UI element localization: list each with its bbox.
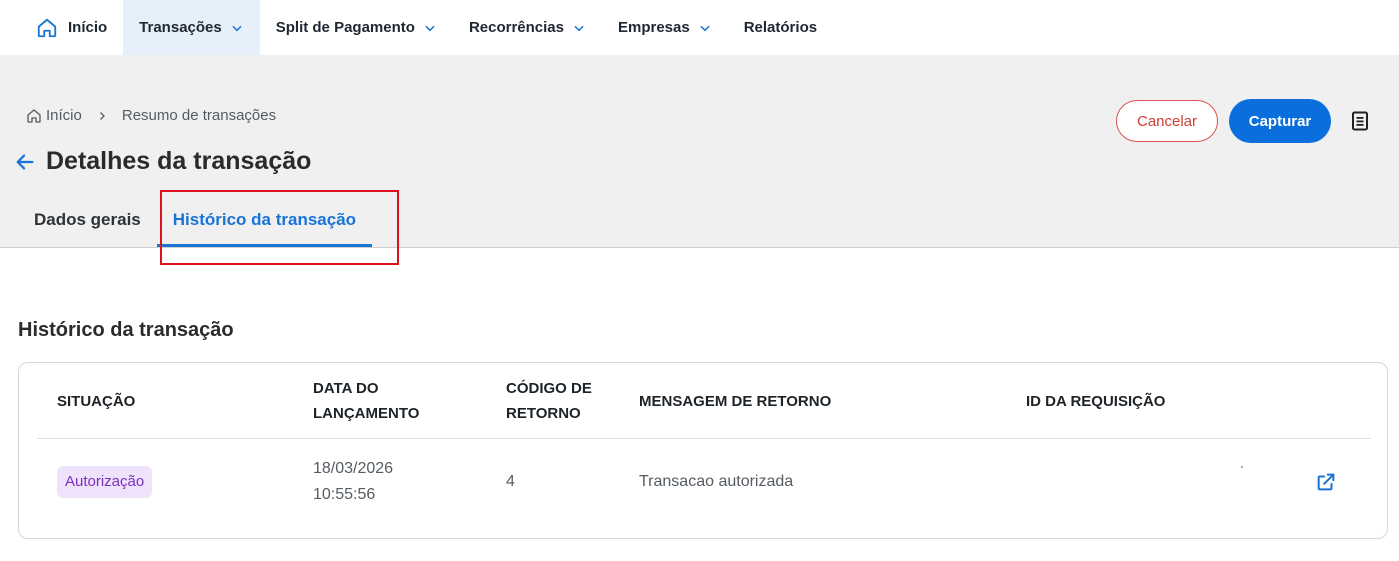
breadcrumb-home-link[interactable]: Início	[46, 107, 82, 124]
home-icon	[36, 17, 58, 39]
page-header: Início Resumo de transações Detalhes da …	[0, 55, 1399, 248]
tab-historico-da-transacao[interactable]: Histórico da transação	[156, 193, 373, 247]
tab-dados-gerais[interactable]: Dados gerais	[18, 193, 157, 247]
nav-item-label: Transações	[139, 19, 222, 36]
column-header-codigo: CÓDIGO DE RETORNO	[506, 363, 592, 439]
external-link-icon[interactable]	[1315, 471, 1337, 493]
status-badge: Autorização	[57, 466, 153, 498]
chevron-down-icon	[230, 21, 244, 35]
cancel-button[interactable]: Cancelar	[1116, 100, 1218, 142]
capture-button[interactable]: Capturar	[1229, 99, 1331, 143]
tab-label: Histórico da transação	[172, 210, 357, 229]
nav-item-label: Recorrências	[468, 19, 564, 36]
breadcrumb: Início Resumo de transações	[26, 107, 276, 124]
cell-action	[1315, 440, 1337, 524]
page-title: Detalhes da transação	[46, 147, 312, 175]
column-header-line: LANÇAMENTO	[313, 405, 420, 422]
nav-item-split-de-pagamento[interactable]: Split de Pagamento	[260, 0, 453, 55]
nav-item-label: Empresas	[618, 19, 690, 36]
tab-bar: Dados gerais Histórico da transação	[18, 193, 373, 247]
separator-dot	[1241, 466, 1243, 468]
cell-codigo: 4	[506, 473, 515, 490]
home-icon	[26, 108, 42, 124]
column-header-data: DATA DO LANÇAMENTO	[313, 363, 419, 439]
cell-time: 10:55:56	[313, 486, 376, 503]
cell-data: 18/03/2026 10:55:56	[313, 440, 393, 524]
document-icon[interactable]	[1351, 111, 1369, 131]
tab-label: Dados gerais	[34, 210, 141, 229]
nav-item-recorrencias[interactable]: Recorrências	[453, 0, 602, 55]
breadcrumb-current[interactable]: Resumo de transações	[122, 107, 276, 124]
nav-item-relatorios[interactable]: Relatórios	[728, 0, 833, 55]
column-header-line: DATA DO	[313, 380, 379, 397]
section-title: Histórico da transação	[18, 319, 234, 341]
chevron-down-icon	[423, 21, 437, 35]
table-header: SITUAÇÃO DATA DO LANÇAMENTO CÓDIGO DE RE…	[37, 363, 1371, 439]
table-row: Autorização 18/03/2026 10:55:56 4 Transa…	[37, 440, 1371, 538]
cell-mensagem: Transacao autorizada	[639, 473, 794, 490]
nav-item-transacoes[interactable]: Transações	[123, 0, 260, 55]
top-navigation: Início Transações Split de Pagamento Rec…	[0, 0, 1399, 55]
history-table-card: SITUAÇÃO DATA DO LANÇAMENTO CÓDIGO DE RE…	[18, 362, 1388, 539]
nav-item-inicio[interactable]: Início	[0, 0, 123, 55]
column-header-line: RETORNO	[506, 405, 581, 422]
cell-date: 18/03/2026	[313, 460, 394, 477]
arrow-left-icon[interactable]	[14, 151, 36, 173]
nav-item-empresas[interactable]: Empresas	[602, 0, 728, 55]
column-header-mensagem: MENSAGEM DE RETORNO	[639, 392, 832, 410]
page-title-row: Detalhes da transação	[14, 147, 311, 176]
page-actions: Cancelar Capturar	[1116, 99, 1369, 143]
nav-item-label: Relatórios	[743, 19, 818, 36]
column-header-id: ID DA REQUISIÇÃO	[1026, 392, 1166, 410]
column-header-situacao: SITUAÇÃO	[57, 392, 136, 410]
nav-item-label: Início	[68, 19, 108, 36]
chevron-down-icon	[698, 21, 712, 35]
nav-item-label: Split de Pagamento	[275, 19, 415, 36]
chevron-down-icon	[572, 21, 586, 35]
cell-situacao: Autorização	[57, 440, 153, 524]
column-header-line: CÓDIGO DE	[506, 380, 592, 397]
chevron-right-icon	[96, 110, 108, 122]
